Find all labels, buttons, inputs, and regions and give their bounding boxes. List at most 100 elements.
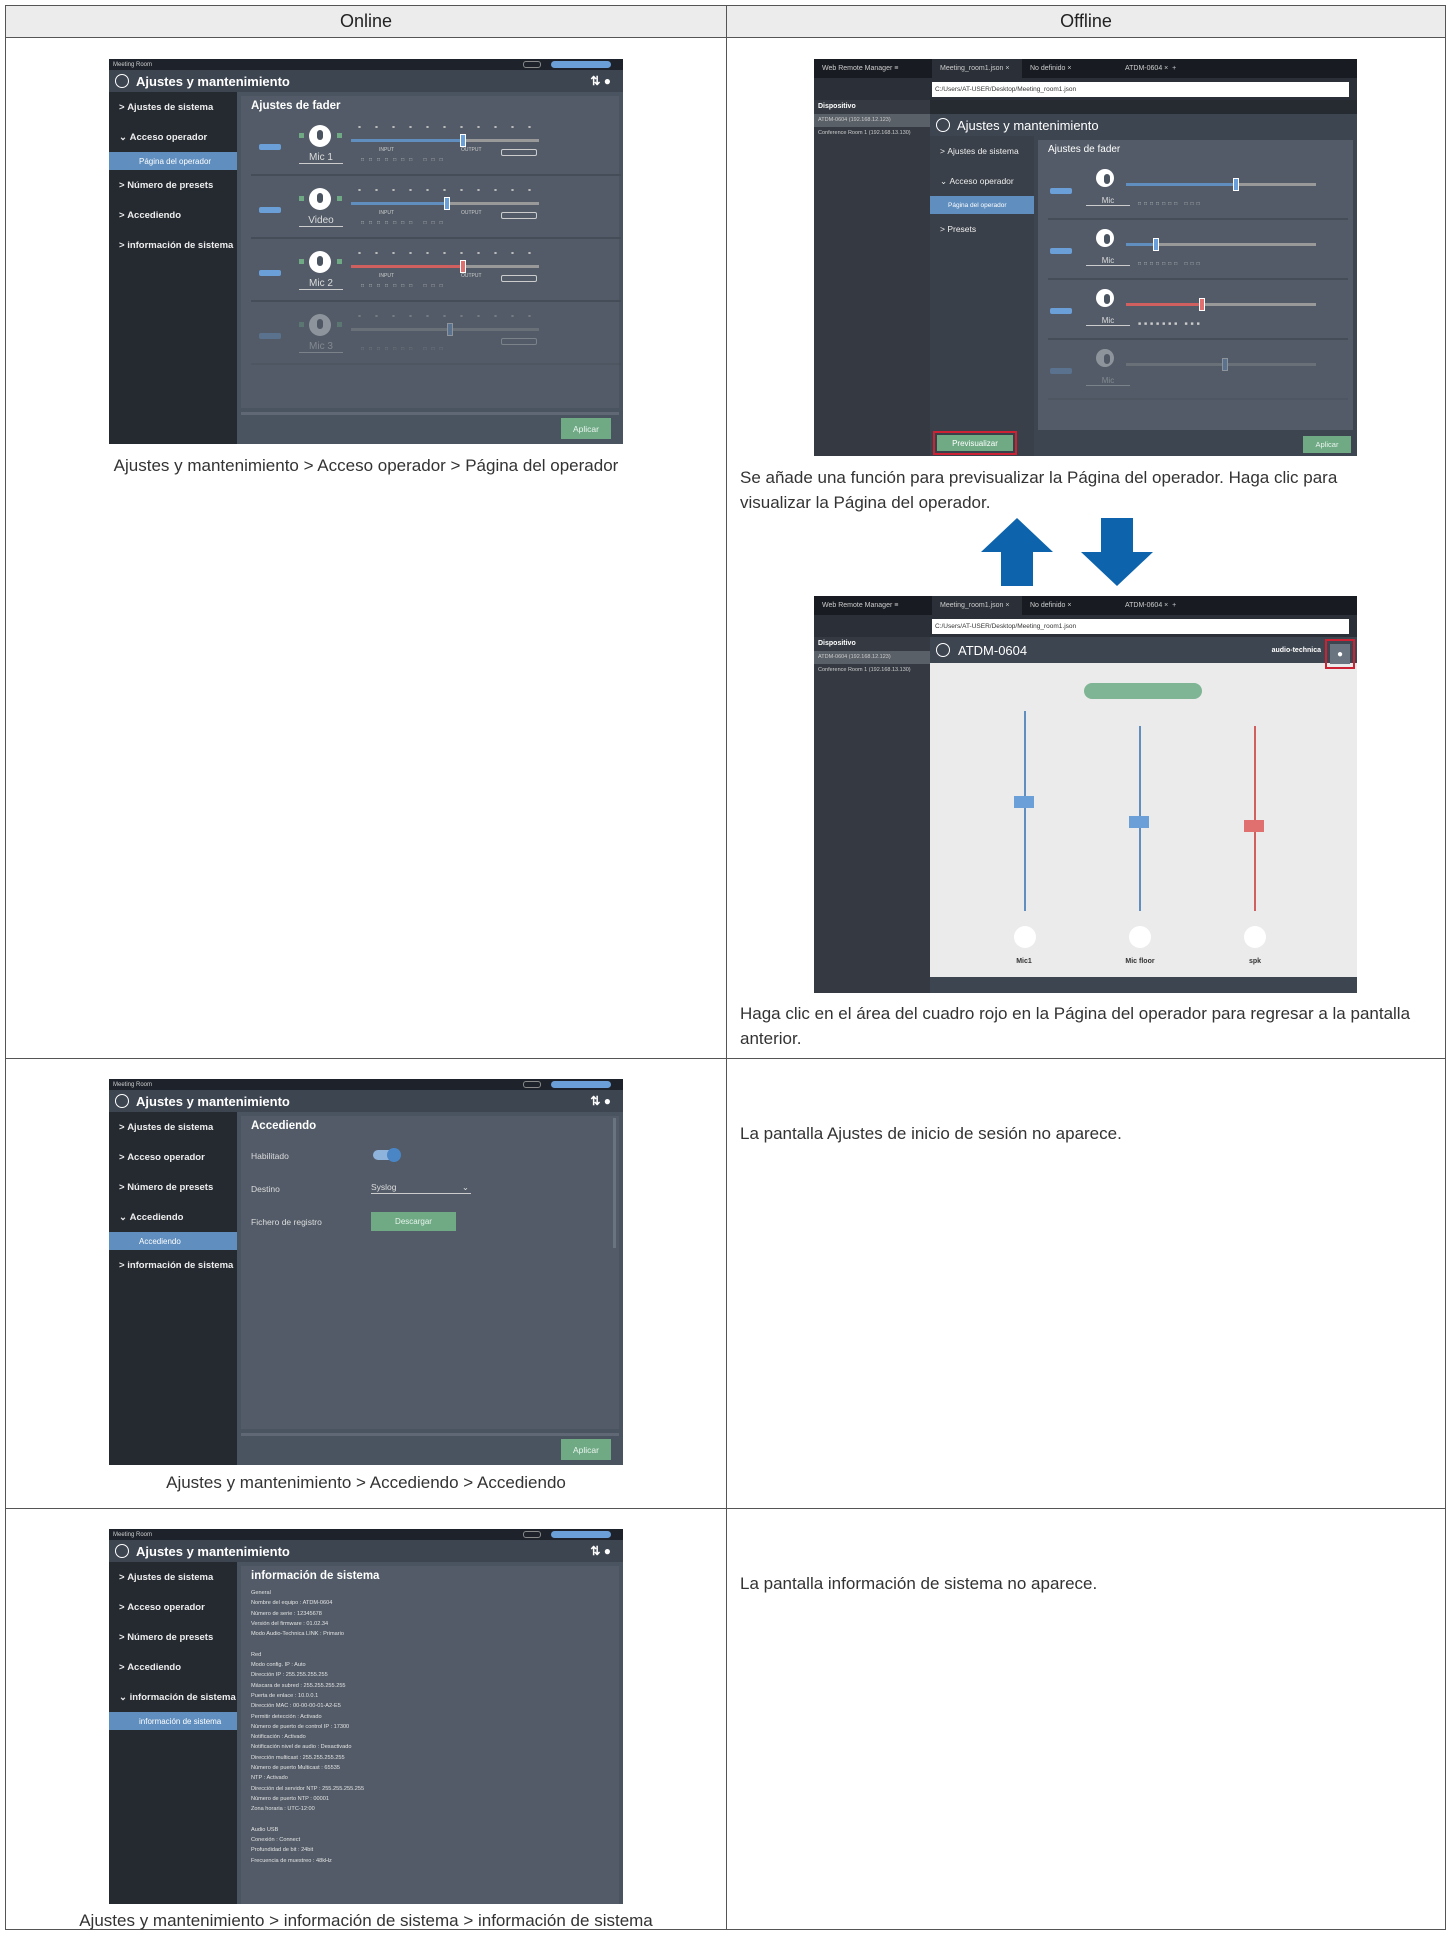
operator-titlebar: ATDM-0604 audio-technica [930,637,1357,663]
tab-web-remote[interactable]: Web Remote Manager ≡ [814,59,932,78]
fader-row[interactable]: Mic 1 INPUT OUTPUT □□□□□□□ □□□ [251,116,621,176]
device-item[interactable]: ATDM-0604 (192.168.12.123) [814,651,930,664]
comparison-table: Online Offline Meeting Room Ajustes y ma… [5,5,1446,1930]
fader-knob[interactable] [1244,820,1264,832]
url-field[interactable]: C:/Users/AT-USER/Desktop/Meeting_room1.j… [932,82,1349,97]
info-line: Número de puerto de control IP : 17300 [251,1723,350,1730]
nav-info[interactable]: ⌄ información de sistema [109,1682,237,1712]
mic-icon [1129,926,1151,948]
info-line: Dirección del servidor NTP : 255.255.255… [251,1785,365,1792]
logo-icon [115,1094,129,1108]
scrollbar[interactable] [613,1118,616,1248]
fader-row[interactable]: Mic □□□□□□□ □□□ [1048,220,1348,280]
info-line: General [251,1590,271,1596]
info-line: Red [251,1651,262,1658]
info-line: Permitir detección : Activado [251,1713,322,1720]
device-item[interactable]: Conference Room 1 (192.168.13.130) [814,664,930,677]
fader-row[interactable]: Video INPUT OUTPUT □□□□□□□ □□□ [251,179,621,239]
info-line: Modo Audio-Technica LINK : Primario [251,1631,344,1638]
fader-row[interactable]: Mic ■■■■■■■ ■■■ [1048,280,1348,340]
nav-accediendo[interactable]: > Accediendo [109,1652,237,1682]
device-item[interactable]: Conference Room 1 (192.168.13.130) [814,127,930,140]
arrow-down-icon [1081,518,1153,586]
caption-online-1: Ajustes y mantenimiento > Acceso operado… [113,456,619,475]
apply-button[interactable]: Aplicar [1303,436,1351,453]
descargar-button[interactable]: Descargar [371,1212,456,1231]
nav-accediendo[interactable]: > Accediendo [109,200,237,230]
channel-label: Mic floor [1125,958,1155,965]
logo-icon [115,1544,129,1558]
nav-accediendo-sub[interactable]: Accediendo [109,1232,237,1250]
tab-atdm[interactable]: ATDM-0604 × + [1117,59,1207,78]
destino-select[interactable]: Syslog ⌄ [371,1182,471,1194]
tab-no-definido[interactable]: No definido × [1022,59,1117,78]
row-divider-2 [6,1508,1445,1509]
nav-sistema[interactable]: > Ajustes de sistema [109,92,237,122]
apply-button[interactable]: Aplicar [561,418,611,439]
nav-info[interactable]: > información de sistema [109,230,237,260]
device-list: Dispositivo ATDM-0604 (192.168.12.123) C… [814,100,930,456]
nav-info-sub[interactable]: información de sistema [109,1712,237,1730]
mic-icon [309,251,331,273]
nav-presets[interactable]: > Número de presets [109,1622,237,1652]
settings-user-icon[interactable]: ⇅ ● [590,74,611,88]
note-accediendo: La pantalla Ajustes de inicio de sesión … [740,1124,1122,1143]
channel-label: spk [1248,958,1262,965]
settings-user-icon[interactable]: ⇅ ● [590,1544,611,1558]
settings-user-icon[interactable]: ⇅ ● [590,1094,611,1108]
logo-icon [936,643,950,657]
info-line [251,1815,364,1825]
row-divider-1 [6,1058,1445,1059]
nav-presets[interactable]: > Número de presets [109,170,237,200]
nav-sistema[interactable]: > Ajustes de sistema [109,1562,237,1592]
info-line: Conexión : Connect [251,1837,301,1844]
offline-preview-screenshot: Web Remote Manager ≡ Meeting_room1.json … [814,59,1357,456]
header-offline: Offline [727,6,1445,38]
note-return: Haga clic en el área del cuadro rojo en … [740,1004,1411,1048]
fader-row[interactable]: Mic □□□□□□□ □□□ [1048,160,1348,220]
mic-icon [1014,926,1036,948]
label-destino: Destino [251,1184,280,1194]
info-line: Frecuencia de muestreo : 48kHz [251,1857,332,1864]
online-accediendo-screenshot: Meeting Room Ajustes y mantenimiento ⇅ ● … [109,1079,623,1465]
user-icon[interactable]: ● [1330,644,1350,664]
nav-presets[interactable]: > Número de presets [109,1172,237,1202]
apply-button[interactable]: Aplicar [561,1439,611,1460]
info-line: Dirección multicast : 255.255.255.255 [251,1754,345,1761]
nav-operador[interactable]: > Acceso operador [109,1142,237,1172]
nav-pagina-operador[interactable]: Página del operador [109,152,237,170]
nav-info[interactable]: > información de sistema [109,1250,237,1280]
fader-knob[interactable] [1129,816,1149,828]
info-line: NTP : Activado [251,1775,288,1782]
fader-track [1254,726,1256,911]
info-line: Versión del firmware : 01.02.34 [251,1620,329,1627]
fader-row[interactable]: Mic [1048,340,1348,400]
app-sidebar: > Ajustes de sistema ⌄ Acceso operador P… [109,92,237,444]
label-fichero: Fichero de registro [251,1217,322,1227]
note-preview: Se añade una función para previsualizar … [740,468,1338,512]
preset-bar [1084,683,1202,699]
preview-button[interactable]: Previsualizar [937,435,1013,451]
habilitado-toggle[interactable] [373,1148,401,1162]
fader-row[interactable]: Mic 3 □□□□□□□ □□□ [251,305,621,365]
fader-knob[interactable] [1014,796,1034,808]
url-field[interactable]: C:/Users/AT-USER/Desktop/Meeting_room1.j… [932,619,1349,634]
embedded-app: Ajustes y mantenimiento > Ajustes de sis… [930,114,1357,456]
mic-icon [309,314,331,336]
channel-label: Mic1 [1016,958,1032,965]
nav-operador[interactable]: > Acceso operador [109,1592,237,1622]
nav-accediendo[interactable]: ⌄ Accediendo [109,1202,237,1232]
return-highlight: ● [1325,639,1355,669]
nav-sistema[interactable]: > Ajustes de sistema [109,1112,237,1142]
device-item[interactable]: ATDM-0604 (192.168.12.123) [814,114,930,127]
info-line: Modo config. IP : Auto [251,1662,306,1669]
nav-operador[interactable]: ⌄ Acceso operador [109,122,237,152]
info-line: Audio USB [251,1826,279,1833]
info-line: Dirección IP : 255.255.255.255 [251,1672,328,1679]
fader-row[interactable]: Mic 2 INPUT OUTPUT □□□□□□□ □□□ [251,242,621,302]
video-icon [309,188,331,210]
info-line: Número de serie : 12345678 [251,1610,322,1617]
tab-meeting-room[interactable]: Meeting_room1.json × [932,59,1022,78]
speaker-icon [1244,926,1266,948]
info-line: Zona horaria : UTC-12:00 [251,1806,315,1813]
